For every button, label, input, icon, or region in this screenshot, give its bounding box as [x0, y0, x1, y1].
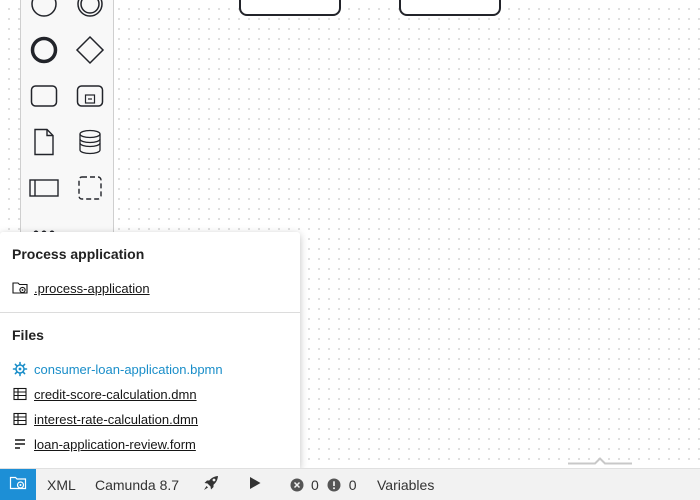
deploy-button[interactable] [202, 469, 220, 500]
file-item-form[interactable]: loan-application-review.form [12, 434, 196, 454]
run-button[interactable] [248, 469, 262, 500]
canvas-task-shape[interactable] [399, 0, 501, 16]
form-icon [12, 436, 28, 452]
canvas-task-shape[interactable] [239, 0, 341, 16]
process-application-icon [9, 474, 27, 495]
xml-button[interactable]: XML [47, 469, 76, 500]
files-heading: Files [12, 327, 44, 343]
end-event-icon[interactable] [24, 30, 64, 70]
data-store-icon[interactable] [70, 122, 110, 162]
minimap-toggle[interactable] [568, 455, 632, 467]
warning-icon [327, 478, 341, 492]
table-icon [12, 386, 28, 402]
task-icon[interactable] [24, 76, 64, 116]
engine-version-button[interactable]: Camunda 8.7 [95, 469, 179, 500]
file-label: credit-score-calculation.dmn [34, 386, 197, 402]
rocket-icon [202, 474, 220, 495]
file-label: loan-application-review.form [34, 436, 196, 452]
table-icon [12, 411, 28, 427]
play-icon [248, 476, 262, 493]
file-label: interest-rate-calculation.dmn [34, 411, 199, 427]
process-application-button[interactable] [0, 469, 36, 500]
status-bar: XML Camunda 8.7 0 0 Variables [0, 468, 700, 500]
gateway-icon[interactable] [70, 30, 110, 70]
file-item-bpmn[interactable]: consumer-loan-application.bpmn [12, 359, 223, 379]
popup-divider [0, 312, 300, 313]
process-application-label: .process-application [34, 280, 150, 296]
start-event-icon[interactable] [24, 0, 64, 24]
group-icon[interactable] [70, 168, 110, 208]
process-application-popup: Process application .process-application… [0, 232, 300, 468]
gear-icon [12, 361, 28, 377]
process-application-link[interactable]: .process-application [12, 278, 150, 298]
process-application-heading: Process application [12, 246, 145, 262]
error-count: 0 [311, 476, 319, 493]
file-item-dmn[interactable]: interest-rate-calculation.dmn [12, 409, 198, 429]
file-item-dmn[interactable]: credit-score-calculation.dmn [12, 384, 197, 404]
pool-icon[interactable] [24, 168, 64, 208]
app-window: Process application .process-application… [0, 0, 700, 500]
problems-button[interactable]: 0 0 [290, 469, 357, 500]
subprocess-icon[interactable] [70, 76, 110, 116]
file-label: consumer-loan-application.bpmn [34, 361, 223, 377]
folder-gear-icon [12, 280, 28, 296]
data-object-icon[interactable] [24, 122, 64, 162]
variables-button[interactable]: Variables [377, 469, 434, 500]
intermediate-event-icon[interactable] [70, 0, 110, 24]
warning-count: 0 [348, 476, 357, 493]
error-icon [290, 478, 304, 492]
